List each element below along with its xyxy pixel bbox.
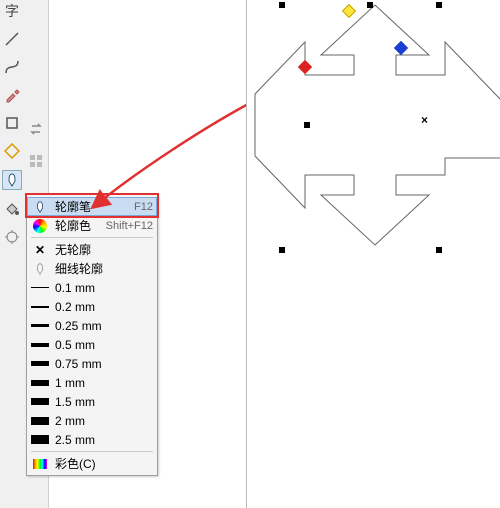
menu-2-5mm[interactable]: 2.5 mm bbox=[27, 430, 157, 449]
selection-handle[interactable] bbox=[367, 2, 373, 8]
menu-outline-pen-shortcut: F12 bbox=[134, 201, 153, 213]
menu-no-outline[interactable]: ✕ 无轮廓 bbox=[27, 240, 157, 259]
arrows-shape[interactable] bbox=[255, 5, 500, 245]
menu-outline-color-icon bbox=[31, 219, 49, 233]
menu-outline-pen-icon bbox=[31, 200, 49, 214]
menu-0-1mm-label: 0.1 mm bbox=[55, 281, 153, 295]
bezier-tool-icon[interactable] bbox=[3, 58, 21, 76]
menu-0-5mm-icon bbox=[31, 343, 49, 347]
menu-0-1mm-icon bbox=[31, 287, 49, 288]
menu-2mm-icon bbox=[31, 417, 49, 425]
menu-1mm-label: 1 mm bbox=[55, 376, 153, 390]
menu-hairline-icon bbox=[31, 262, 49, 276]
eyedropper-tool-icon[interactable] bbox=[3, 86, 21, 104]
line-tool-icon[interactable] bbox=[3, 30, 21, 48]
menu-no-outline-icon: ✕ bbox=[31, 243, 49, 257]
fill-tool-icon[interactable] bbox=[3, 200, 21, 218]
selection-handle[interactable] bbox=[304, 122, 310, 128]
menu-0-25mm-label: 0.25 mm bbox=[55, 319, 153, 333]
text-tool-icon[interactable]: 字 bbox=[3, 2, 21, 20]
menu-0-2mm-icon bbox=[31, 306, 49, 308]
outline-flyout-menu: 轮廓笔 F12 轮廓色 Shift+F12 ✕ 无轮廓细线轮廓 0.1 mm 0.2 mm 0.… bbox=[26, 194, 158, 476]
menu-hairline[interactable]: 细线轮廓 bbox=[27, 259, 157, 278]
selection-handle[interactable] bbox=[279, 247, 285, 253]
menu-outline-color[interactable]: 轮廓色 Shift+F12 bbox=[27, 216, 157, 235]
menu-0-75mm-icon bbox=[31, 361, 49, 366]
selection-handle[interactable] bbox=[436, 2, 442, 8]
menu-1-5mm[interactable]: 1.5 mm bbox=[27, 392, 157, 411]
menu-2-5mm-icon bbox=[31, 435, 49, 444]
menu-outline-color-label: 轮廓色 bbox=[55, 217, 100, 234]
crop-tool-icon[interactable] bbox=[3, 142, 21, 160]
menu-outline-pen-label: 轮廓笔 bbox=[55, 198, 128, 215]
swap-tool-icon[interactable] bbox=[27, 120, 45, 138]
selection-handle[interactable] bbox=[279, 2, 285, 8]
outline-pen-tool-icon[interactable] bbox=[2, 170, 22, 190]
menu-0-5mm[interactable]: 0.5 mm bbox=[27, 335, 157, 354]
menu-0-1mm[interactable]: 0.1 mm bbox=[27, 278, 157, 297]
crosshair-tool-icon[interactable] bbox=[3, 228, 21, 246]
menu-no-outline-label: 无轮廓 bbox=[55, 241, 153, 258]
menu-2-5mm-label: 2.5 mm bbox=[55, 433, 153, 447]
menu-0-5mm-label: 0.5 mm bbox=[55, 338, 153, 352]
menu-1-5mm-icon bbox=[31, 398, 49, 405]
menu-1-5mm-label: 1.5 mm bbox=[55, 395, 153, 409]
menu-2mm-label: 2 mm bbox=[55, 414, 153, 428]
menu-color[interactable]: 彩色(C) bbox=[27, 454, 157, 473]
menu-0-75mm-label: 0.75 mm bbox=[55, 357, 153, 371]
menu-color-label: 彩色(C) bbox=[55, 455, 153, 472]
grid-tool-icon[interactable] bbox=[27, 152, 45, 170]
menu-0-75mm[interactable]: 0.75 mm bbox=[27, 354, 157, 373]
menu-0-2mm-label: 0.2 mm bbox=[55, 300, 153, 314]
menu-outline-color-shortcut: Shift+F12 bbox=[106, 220, 153, 232]
shape-tool-icon[interactable] bbox=[3, 114, 21, 132]
center-mark: × bbox=[421, 113, 428, 127]
menu-0-2mm[interactable]: 0.2 mm bbox=[27, 297, 157, 316]
menu-0-25mm[interactable]: 0.25 mm bbox=[27, 316, 157, 335]
menu-hairline-label: 细线轮廓 bbox=[55, 260, 153, 277]
menu-color-icon bbox=[31, 459, 49, 469]
menu-1mm[interactable]: 1 mm bbox=[27, 373, 157, 392]
drawing-canvas[interactable]: × bbox=[246, 0, 500, 508]
menu-0-25mm-icon bbox=[31, 324, 49, 327]
menu-outline-pen[interactable]: 轮廓笔 F12 bbox=[27, 197, 157, 216]
menu-1mm-icon bbox=[31, 380, 49, 386]
selection-handle[interactable] bbox=[436, 247, 442, 253]
left-toolbar-1: 字 bbox=[0, 0, 25, 508]
menu-2mm[interactable]: 2 mm bbox=[27, 411, 157, 430]
